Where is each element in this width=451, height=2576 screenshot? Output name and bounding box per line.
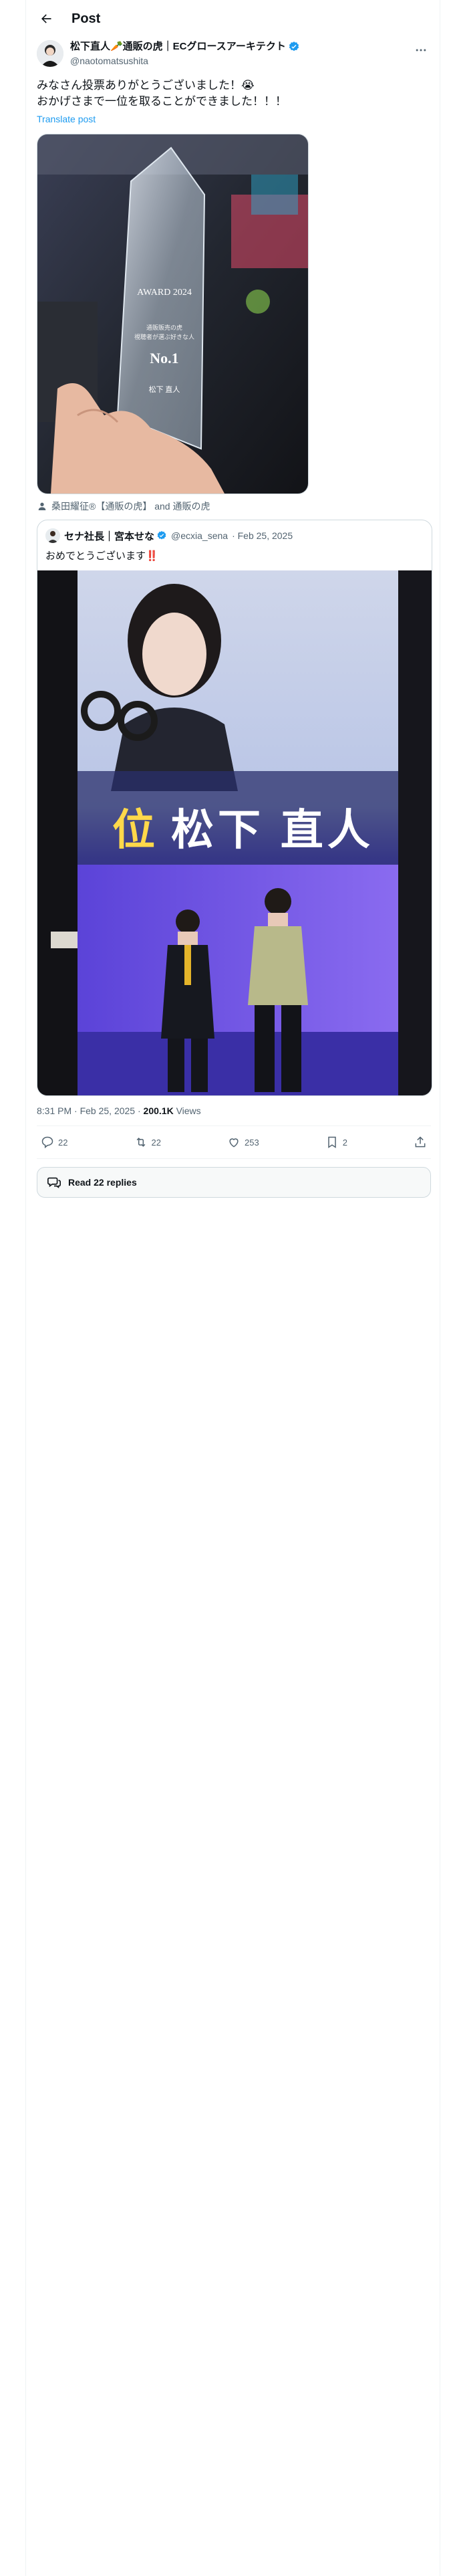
bookmark-button[interactable]: 2 [325, 1136, 347, 1149]
like-count: 253 [245, 1137, 259, 1148]
like-button[interactable]: 253 [227, 1136, 259, 1149]
author-info: 松下直人🥕通販の虎｜ECグロースアーキテクト @naotomatsushita [70, 40, 300, 67]
author-name[interactable]: 松下直人🥕通販の虎｜ECグロースアーキテクト [70, 40, 286, 53]
quoted-post-text: おめでとうございます‼️ [45, 550, 158, 562]
repost-icon [136, 1138, 145, 1147]
quoted-post-date: · Feb 25, 2025 [232, 530, 293, 541]
trophy-rank: No.1 [150, 350, 178, 366]
trophy-name: 松下 直人 [149, 385, 180, 394]
banner-rank: 位 [112, 806, 155, 854]
quoted-post-header: セナ社長｜宮本せな @ecxia_sena · Feb 25, 2025 [37, 520, 432, 543]
avatar-image [37, 40, 63, 67]
quoted-post-photo: 位 松下 直人 [37, 570, 432, 1095]
post-photo-trophy[interactable]: AWARD 2024 通販販売の虎 視聴者が選ぶ好きな人 No.1 松下 直人 [37, 134, 309, 494]
reply-count: 22 [58, 1137, 68, 1148]
stage-photo-image: 位 松下 直人 [37, 570, 432, 1095]
reply-icon [41, 1136, 53, 1149]
post-timestamp: 8:31 PM · Feb 25, 2025 · 200.1K Views [37, 1105, 431, 1116]
trophy-photo-image: AWARD 2024 通販販売の虎 視聴者が選ぶ好きな人 No.1 松下 直人 [37, 134, 308, 494]
top-bar: Post [26, 0, 440, 37]
read-replies-button[interactable]: Read 22 replies [37, 1167, 431, 1198]
timestamp-text[interactable]: 8:31 PM · Feb 25, 2025 · [37, 1105, 144, 1116]
views-label: Views [173, 1105, 201, 1116]
trophy-award-text: AWARD 2024 [137, 288, 192, 298]
read-replies-label: Read 22 replies [68, 1177, 137, 1188]
translate-link[interactable]: Translate post [37, 114, 431, 124]
share-icon [415, 1136, 426, 1148]
back-button[interactable] [34, 7, 58, 31]
quoted-post[interactable]: セナ社長｜宮本せな @ecxia_sena · Feb 25, 2025 おめで… [37, 520, 432, 1096]
tagged-users[interactable]: 桑田耀征®【通販の虎】 and 通販の虎 [37, 500, 431, 513]
trophy-line1: 通販販売の虎 [146, 324, 182, 331]
action-bar: 22 22 253 2 [37, 1125, 431, 1159]
bookmark-icon [327, 1136, 336, 1148]
back-arrow-icon [41, 14, 51, 23]
post-text: みなさん投票ありがとうございました！😭 おかげさまで一位を取ることができました！… [37, 79, 287, 108]
verified-badge-icon [157, 531, 166, 540]
like-icon [229, 1138, 239, 1148]
trophy-line2: 視聴者が選ぶ好きな人 [134, 333, 194, 340]
chat-bubbles-icon [47, 1177, 61, 1188]
reply-button[interactable]: 22 [41, 1136, 67, 1149]
more-button[interactable] [411, 40, 431, 60]
views-count: 200.1K [143, 1105, 174, 1116]
author-row: 松下直人🥕通販の虎｜ECグロースアーキテクト @naotomatsushita [37, 40, 431, 67]
quoted-author-avatar [45, 528, 60, 543]
tagged-users-text: 桑田耀征®【通販の虎】 and 通販の虎 [51, 501, 210, 512]
quoted-author-name: セナ社長｜宮本せな [64, 530, 155, 542]
post-page: Post 松下直人🥕通販の虎｜ECグロースアーキテクト @naotomatsus… [0, 0, 451, 2576]
left-divider [25, 0, 26, 2576]
page-title: Post [71, 11, 101, 26]
quoted-author-handle: @ecxia_sena [171, 530, 229, 541]
author-name-line[interactable]: 松下直人🥕通販の虎｜ECグロースアーキテクト [70, 40, 300, 53]
repost-count: 22 [151, 1137, 161, 1148]
author-handle[interactable]: @naotomatsushita [70, 55, 300, 67]
repost-button[interactable]: 22 [134, 1136, 161, 1149]
more-icon [416, 49, 426, 51]
author-avatar[interactable] [37, 40, 63, 67]
verified-badge-icon [289, 41, 299, 51]
banner-name: 松下 直人 [171, 806, 374, 854]
share-button[interactable] [414, 1136, 427, 1149]
main-post: 松下直人🥕通販の虎｜ECグロースアーキテクト @naotomatsushita … [37, 40, 432, 1198]
person-icon [38, 502, 46, 510]
bookmark-count: 2 [342, 1137, 347, 1148]
